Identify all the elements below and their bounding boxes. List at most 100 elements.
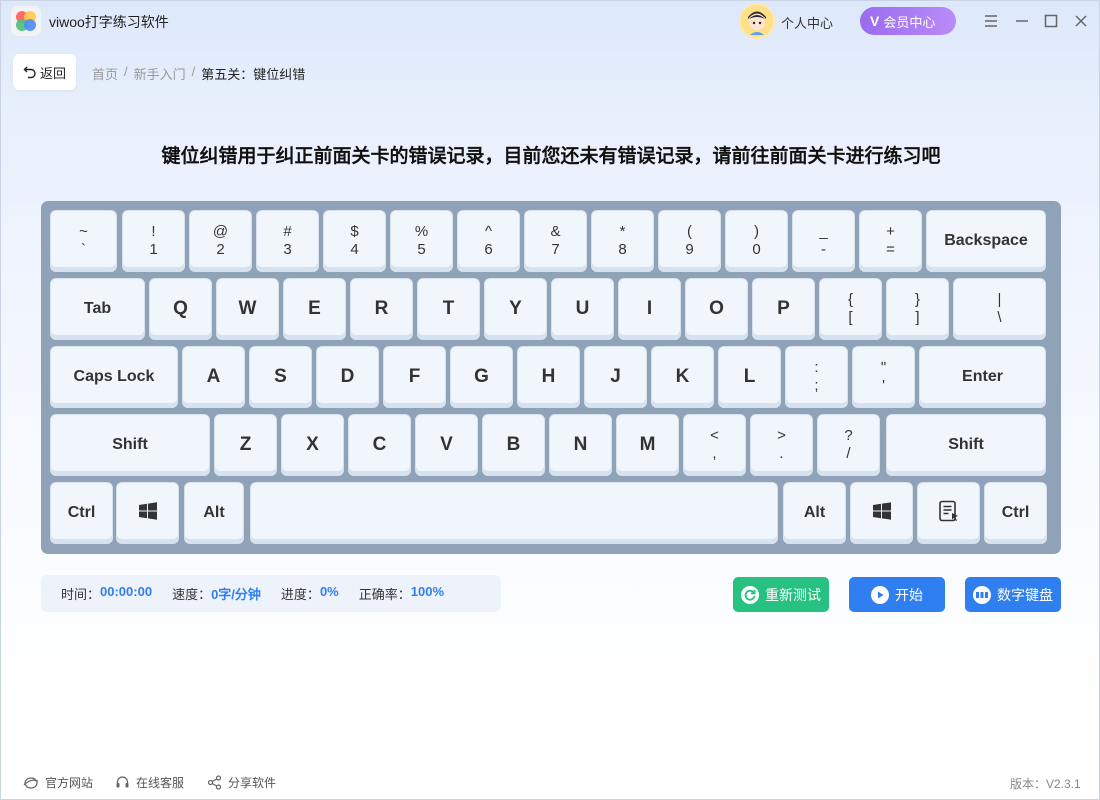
numpad-button[interactable]: 数字键盘 (965, 577, 1061, 612)
key-t[interactable]: T (417, 278, 480, 340)
key-symbol[interactable]: % 5 (390, 210, 453, 272)
key-shift-label: < (710, 427, 719, 444)
virtual-keyboard: ~ `! 1 @2 #3 $4% 5 ^ 6 & 7 * 8(9) 0 _ - + = Backspace Tab Q… (41, 201, 1061, 554)
key-symbol[interactable]: ^ 6 (457, 210, 520, 272)
key-symbol[interactable]: * 8 (591, 210, 654, 272)
key-n[interactable]: N (549, 414, 612, 476)
online-service-link[interactable]: 在线客服 (115, 774, 184, 791)
key-symbol[interactable]: ! 1 (122, 210, 185, 272)
key-shift[interactable]: Shift (50, 414, 210, 476)
user-center-link[interactable]: 个人中心 (781, 13, 833, 32)
vip-center-button[interactable]: V 会员中心 (860, 7, 956, 35)
key-symbol[interactable]: @2 (189, 210, 252, 272)
key-w[interactable]: W (216, 278, 279, 340)
breadcrumb: 首页 / 新手入门 / 第五关：键位纠错 (92, 64, 305, 83)
key-u[interactable]: U (551, 278, 614, 340)
key-z[interactable]: Z (214, 414, 277, 476)
key-k[interactable]: K (651, 346, 714, 408)
stat-speed-label: 速度： (172, 587, 212, 602)
keyboard-row-home: Caps Lock A S D F G H J K L:; " ' Enter (50, 346, 1052, 410)
key-windows[interactable] (850, 482, 913, 544)
key-menu[interactable] (917, 482, 980, 544)
key-l[interactable]: L (718, 346, 781, 408)
share-software-link[interactable]: 分享软件 (207, 774, 276, 791)
key-b[interactable]: B (482, 414, 545, 476)
key-p[interactable]: P (752, 278, 815, 340)
breadcrumb-beginner[interactable]: 新手入门 (134, 64, 186, 83)
maximize-icon[interactable] (1041, 11, 1061, 31)
key-y[interactable]: Y (484, 278, 547, 340)
key-r[interactable]: R (350, 278, 413, 340)
key-symbol[interactable]: (9 (658, 210, 721, 272)
close-icon[interactable] (1071, 11, 1091, 31)
key-i[interactable]: I (618, 278, 681, 340)
key-label: Tab (83, 300, 112, 317)
key-symbol[interactable]: {[ (819, 278, 882, 340)
key-c[interactable]: C (348, 414, 411, 476)
key-d[interactable]: D (316, 346, 379, 408)
key-windows[interactable] (116, 482, 179, 544)
avatar[interactable] (739, 3, 775, 39)
stat-time: 时间： 00:00:00 (61, 584, 152, 603)
key-symbol[interactable]: " ' (852, 346, 915, 408)
breadcrumb-separator: / (191, 64, 196, 79)
key-label: A (206, 366, 221, 387)
official-website-link[interactable]: 官方网站 (23, 774, 93, 791)
key-tab[interactable]: Tab (50, 278, 145, 340)
key-a[interactable]: A (182, 346, 245, 408)
key-symbol[interactable]: + = (859, 210, 922, 272)
retest-button[interactable]: 重新测试 (733, 577, 829, 612)
key-label: D (340, 366, 355, 387)
key-caps-lock[interactable]: Caps Lock (50, 346, 178, 408)
key-ctrl[interactable]: Ctrl (984, 482, 1047, 544)
start-button[interactable]: 开始 (849, 577, 945, 612)
key-s[interactable]: S (249, 346, 312, 408)
key-symbol[interactable]: <, (683, 414, 746, 476)
key-shift-label: + (886, 223, 895, 240)
key-f[interactable]: F (383, 346, 446, 408)
key-enter[interactable]: Enter (919, 346, 1046, 408)
key-backspace[interactable]: Backspace (926, 210, 1046, 272)
key-v[interactable]: V (415, 414, 478, 476)
key-q[interactable]: Q (149, 278, 212, 340)
key-m[interactable]: M (616, 414, 679, 476)
key-label: R (374, 298, 389, 319)
key-space[interactable] (250, 482, 778, 544)
key-label: B (506, 434, 521, 455)
key-ctrl[interactable]: Ctrl (50, 482, 113, 544)
key-label: Z (239, 434, 252, 455)
key-symbol[interactable]: _ - (792, 210, 855, 272)
key-x[interactable]: X (281, 414, 344, 476)
key-g[interactable]: G (450, 346, 513, 408)
key-symbol[interactable]: ~ ` (50, 210, 117, 272)
key-j[interactable]: J (584, 346, 647, 408)
key-alt[interactable]: Alt (783, 482, 846, 544)
key-symbol[interactable]: :; (785, 346, 848, 408)
menu-icon[interactable] (981, 11, 1001, 31)
key-base-label: ' (882, 377, 885, 394)
key-h[interactable]: H (517, 346, 580, 408)
key-e[interactable]: E (283, 278, 346, 340)
key-label: S (274, 366, 287, 387)
key-symbol[interactable]: ) 0 (725, 210, 788, 272)
key-symbol[interactable]: ? / (817, 414, 880, 476)
key-base-label: 5 (417, 241, 426, 258)
back-button[interactable]: 返回 (13, 54, 76, 90)
key-base-label: 3 (283, 241, 292, 258)
key-symbol[interactable]: & 7 (524, 210, 587, 272)
key-symbol[interactable]: >. (750, 414, 813, 476)
key-symbol[interactable]: $4 (323, 210, 386, 272)
key-label: Caps Lock (73, 368, 155, 385)
key-symbol[interactable]: | \ (953, 278, 1046, 340)
breadcrumb-home[interactable]: 首页 (92, 64, 118, 83)
key-o[interactable]: O (685, 278, 748, 340)
key-alt[interactable]: Alt (184, 482, 244, 544)
key-shift[interactable]: Shift (886, 414, 1046, 476)
minimize-icon[interactable] (1012, 11, 1032, 31)
keyboard-row-numbers: ~ `! 1 @2 #3 $4% 5 ^ 6 & 7 * 8(9) 0 _ - + = Backspace (50, 210, 1052, 274)
key-shift-label: % (414, 223, 429, 240)
key-symbol[interactable]: }] (886, 278, 949, 340)
key-symbol[interactable]: #3 (256, 210, 319, 272)
key-label: Q (173, 298, 188, 319)
key-label: K (675, 366, 690, 387)
